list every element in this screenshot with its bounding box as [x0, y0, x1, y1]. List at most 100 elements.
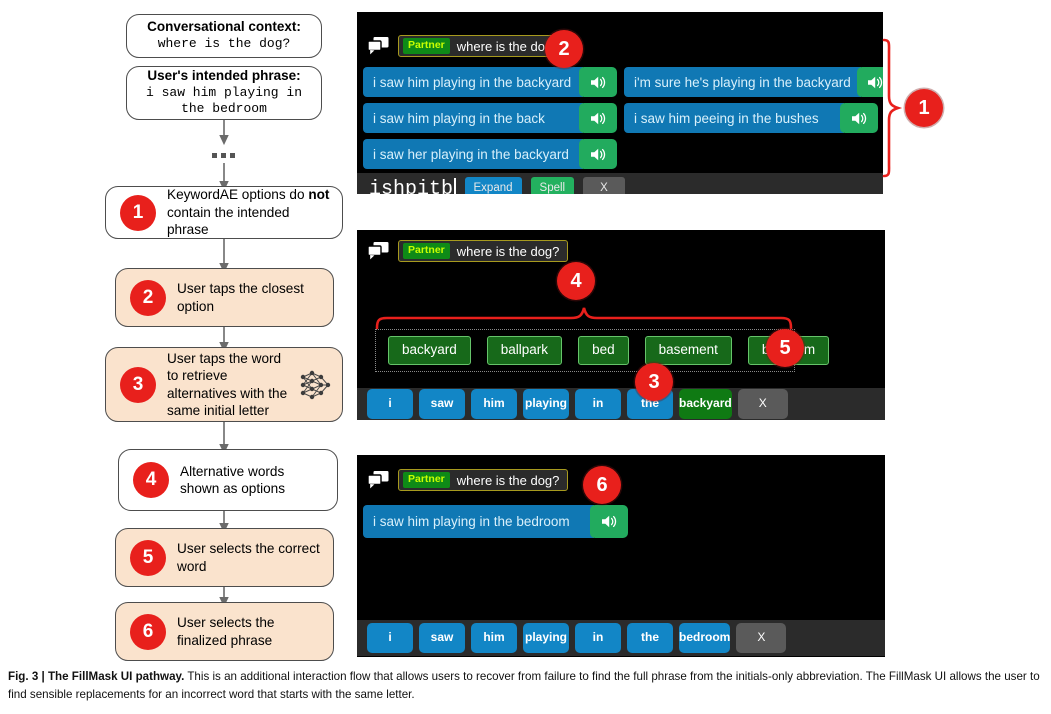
figure-caption: Fig. 3 | The FillMask UI pathway. This i…	[8, 668, 1043, 703]
option-row[interactable]: i saw her playing in the backyard	[363, 139, 617, 169]
step-badge-1: 1	[120, 194, 156, 231]
word-chip-tray-3: i saw him playing in the bedroom X	[357, 620, 885, 656]
flow-step-6: 6 User selects the finalized phrase	[115, 602, 334, 661]
alternative-word[interactable]: backyard	[388, 336, 471, 365]
alternatives-strip: backyard ballpark bed basement bedroom	[375, 329, 830, 372]
step-text-1: KeywordAE options do not contain the int…	[167, 186, 332, 238]
step-badge-2: 2	[130, 279, 166, 316]
option-row[interactable]: i'm sure he's playing in the backyard	[624, 67, 883, 97]
partner-badge-1: Partner	[403, 38, 450, 54]
chat-bubble-icon	[367, 470, 391, 490]
step-badge-4: 4	[133, 462, 169, 498]
word-chip[interactable]: i	[367, 623, 413, 653]
composer-bar: ishpitb Expand Spell X	[357, 173, 883, 194]
clear-chip-button[interactable]: X	[736, 623, 787, 653]
callout-3: 3	[635, 363, 673, 401]
speaker-icon-button[interactable]	[579, 67, 617, 97]
word-chip[interactable]: in	[575, 389, 621, 419]
alternative-word[interactable]: ballpark	[486, 336, 563, 365]
abbreviation-text: ishpitb	[369, 177, 454, 195]
neural-network-icon	[298, 368, 332, 402]
flow-step-1: 1 KeywordAE options do not contain the i…	[105, 186, 343, 239]
caption-separator: |	[38, 670, 48, 683]
context-message-1: where is the dog?	[456, 38, 560, 54]
clear-button[interactable]: X	[583, 177, 625, 194]
expand-button[interactable]: Expand	[464, 177, 522, 194]
context-message-3: where is the dog?	[456, 472, 560, 488]
context-bubble-1: Partner where is the dog?	[398, 35, 569, 57]
flow-step-3: 3 User taps the word to retrieve alterna…	[105, 347, 343, 422]
alternative-word[interactable]: basement	[644, 336, 732, 365]
chat-bubble-icon	[367, 241, 391, 261]
step-1-text-before: KeywordAE options do	[167, 187, 309, 203]
panel-keywordae: Partner where is the dog? i saw him play…	[357, 12, 883, 194]
intended-phrase-box: User's intended phrase: i saw him playin…	[126, 66, 322, 120]
caption-title: The FillMask UI pathway.	[47, 670, 185, 683]
partner-badge-3: Partner	[403, 472, 450, 488]
step-1-text-after: contain the intended phrase	[167, 204, 290, 238]
callout-5: 5	[766, 329, 804, 367]
clear-chip-button[interactable]: X	[737, 389, 788, 419]
option-row[interactable]: i saw him peeing in the bushes	[624, 103, 878, 133]
intent-box-value: i saw him playing in the bedroom	[145, 84, 303, 117]
context-row-1: Partner where is the dog?	[367, 35, 569, 57]
flow-step-2: 2 User taps the closest option	[115, 268, 334, 327]
speaker-icon-button[interactable]	[590, 505, 628, 538]
final-phrase-label[interactable]: i saw him playing in the bedroom	[363, 505, 594, 538]
alternative-word[interactable]: bed	[578, 336, 629, 365]
option-label[interactable]: i saw him playing in the backyard	[363, 67, 583, 97]
word-chip[interactable]: playing	[523, 623, 569, 653]
context-bubble-3: Partner where is the dog?	[398, 469, 569, 491]
option-label[interactable]: i saw him peeing in the bushes	[624, 103, 844, 133]
speaker-icon-button[interactable]	[579, 103, 617, 133]
word-chip[interactable]: in	[575, 623, 621, 653]
step-badge-5: 5	[130, 539, 166, 576]
option-row[interactable]: i saw him playing in the backyard	[363, 67, 617, 97]
word-chip[interactable]: playing	[523, 389, 569, 419]
word-chip[interactable]: him	[471, 389, 517, 419]
word-chip[interactable]: saw	[419, 389, 465, 419]
callout-1: 1	[905, 89, 943, 127]
word-chip[interactable]: i	[367, 389, 413, 419]
word-chip[interactable]: the	[627, 623, 673, 653]
option-label[interactable]: i saw her playing in the backyard	[363, 139, 583, 169]
chat-bubble-icon	[367, 36, 391, 56]
flow-step-4: 4 Alternative words shown as options	[118, 449, 338, 511]
spell-button[interactable]: Spell	[530, 177, 575, 194]
option-label[interactable]: i saw him playing in the back	[363, 103, 583, 133]
intent-box-title: User's intended phrase:	[147, 67, 301, 83]
option-label[interactable]: i'm sure he's playing in the backyard	[624, 67, 861, 97]
speaker-icon-button[interactable]	[840, 103, 878, 133]
panel-final: Partner where is the dog? i saw him play…	[357, 455, 885, 657]
conversational-context-box: Conversational context: where is the dog…	[126, 14, 322, 58]
flow-chart: Conversational context: where is the dog…	[0, 0, 352, 668]
final-phrase-row[interactable]: i saw him playing in the bedroom	[363, 505, 628, 538]
step-text-6: User selects the finalized phrase	[177, 615, 275, 648]
abbreviation-input[interactable]: ishpitb	[369, 177, 456, 195]
speaker-icon-button[interactable]	[579, 139, 617, 169]
callout-2: 2	[545, 30, 583, 68]
brace-alternatives-group	[375, 307, 793, 330]
option-row[interactable]: i saw him playing in the back	[363, 103, 617, 133]
word-chip[interactable]: bedroom	[679, 623, 731, 653]
context-bubble-2: Partner where is the dog?	[398, 240, 569, 262]
callout-4: 4	[557, 262, 595, 300]
context-box-value: where is the dog?	[157, 35, 291, 51]
step-badge-3: 3	[120, 366, 156, 403]
word-chip[interactable]: him	[471, 623, 517, 653]
word-chip-tray-2: i saw him playing in the backyard X	[357, 388, 885, 420]
flow-step-5: 5 User selects the correct word	[115, 528, 334, 587]
context-row-3: Partner where is the dog?	[367, 469, 569, 491]
step-badge-6: 6	[130, 613, 166, 650]
context-message-2: where is the dog?	[456, 243, 560, 259]
step-1-emphasis: not	[308, 187, 330, 203]
text-caret	[454, 177, 456, 194]
word-chip[interactable]: saw	[419, 623, 465, 653]
step-text-5: User selects the correct word	[177, 541, 320, 574]
context-box-title: Conversational context:	[147, 19, 301, 35]
partner-badge-2: Partner	[403, 243, 450, 259]
word-chip-selected[interactable]: backyard	[679, 389, 732, 419]
callout-6: 6	[583, 466, 621, 504]
step-text-3: User taps the word to retrieve alternati…	[167, 350, 288, 418]
context-row-2: Partner where is the dog?	[367, 240, 569, 262]
